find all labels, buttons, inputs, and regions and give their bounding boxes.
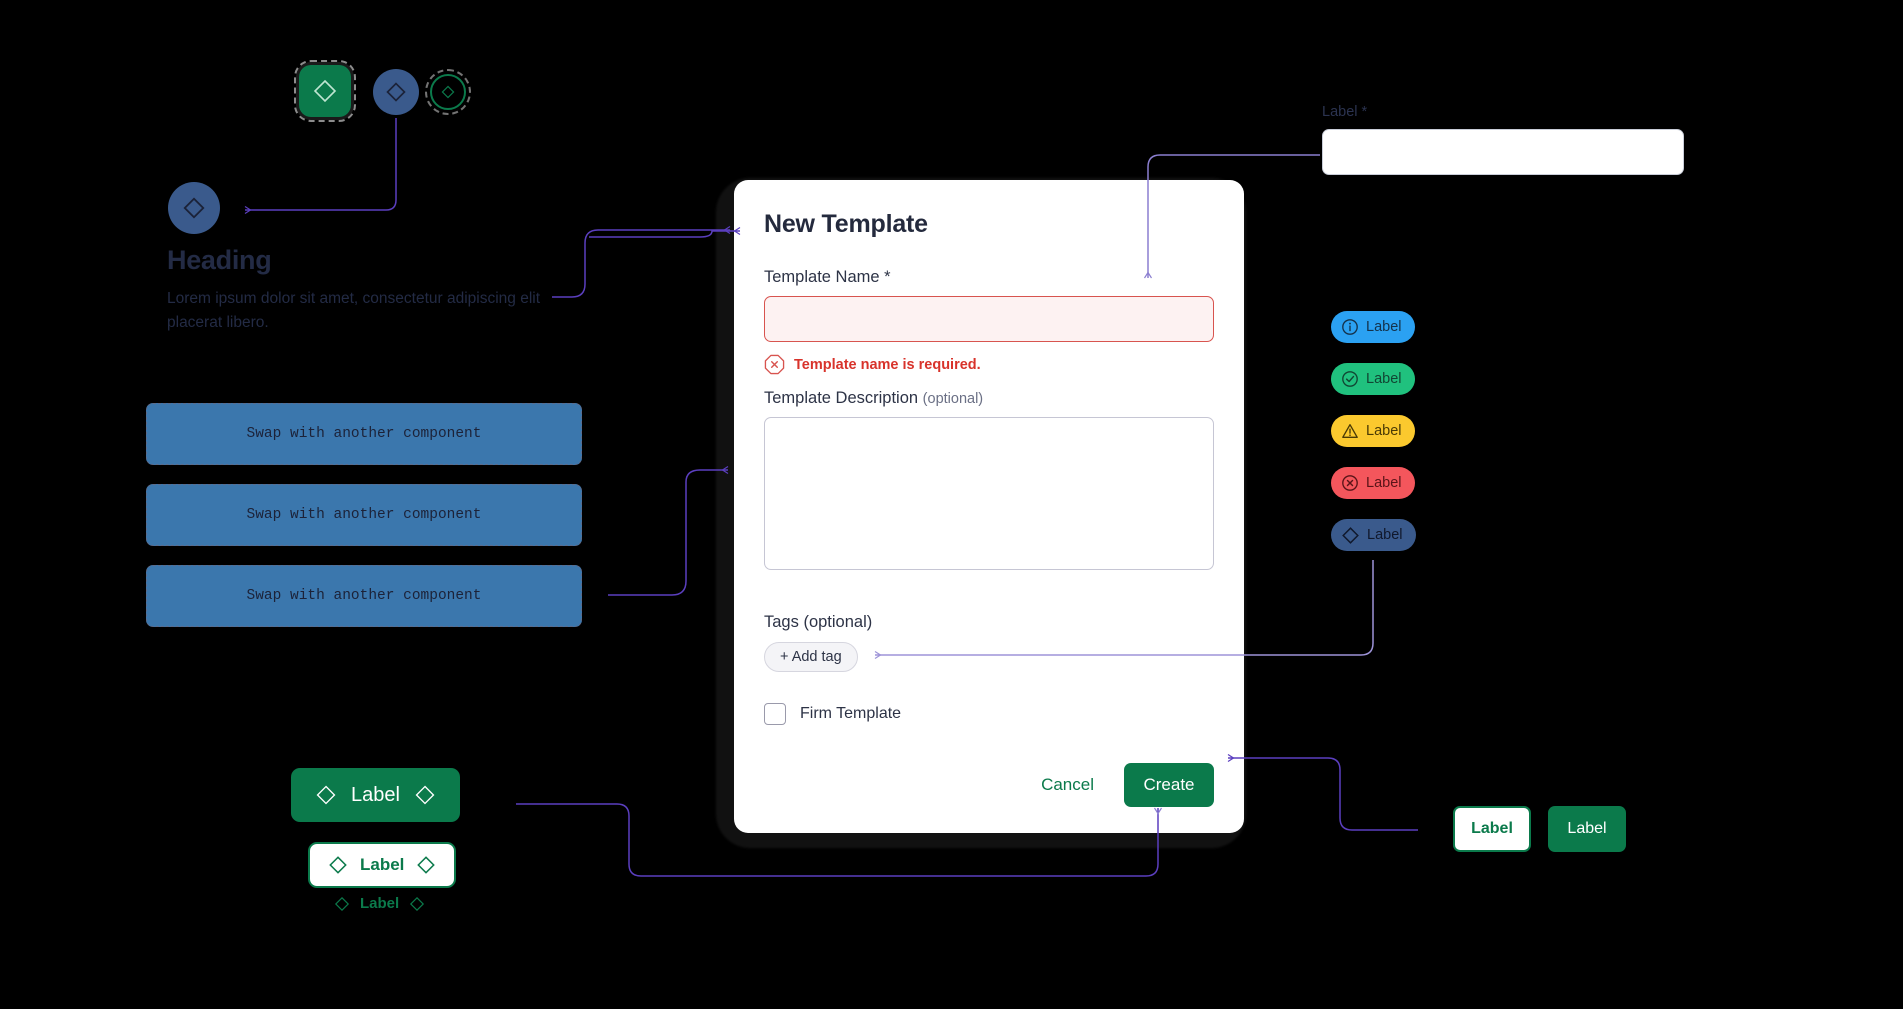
template-name-error: Template name is required. [764,354,1214,375]
badge-label: Label [1366,474,1402,491]
required-marker: * [1361,104,1368,120]
template-description-label: Template Description (optional) [764,389,1214,408]
error-octagon-icon [764,354,785,375]
firm-template-label: Firm Template [800,705,902,722]
template-name-input[interactable] [764,296,1214,342]
swap-block-2[interactable]: Swap with another component [146,484,582,546]
warning-triangle-icon [1342,424,1358,438]
new-template-modal: New Template Template Name * Template na… [734,180,1244,833]
badge-error[interactable]: Label [1331,467,1416,499]
field-label-text: Label [1322,104,1358,120]
button-small-filled[interactable]: Label [1548,806,1626,852]
info-circle-icon [1342,319,1358,335]
button-label: Label [351,783,400,806]
button-small-outline[interactable]: Label [1453,806,1531,852]
modal-title: New Template [764,210,928,238]
create-button[interactable]: Create [1124,763,1214,807]
badge-info[interactable]: Label [1331,311,1416,343]
badge-success[interactable]: Label [1331,363,1416,395]
badge-warning[interactable]: Label [1331,415,1416,447]
check-circle-icon [1342,371,1358,387]
diamond-icon [1342,526,1359,544]
modal-actions: Cancel Create [764,763,1214,807]
required-marker: * [884,268,891,286]
swap-block-label: Swap with another component [246,426,482,442]
field-label: Label * [1322,104,1684,120]
diamond-icon [386,82,406,102]
template-name-label: Template Name * [764,268,1214,287]
badge-label: Label [1366,370,1402,387]
swap-block-3[interactable]: Swap with another component [146,565,582,627]
page-title: Heading [167,245,272,275]
button-text[interactable]: Label [334,895,425,912]
icon-chip-square-green[interactable] [294,60,356,122]
template-description-label-text: Template Description [764,389,919,407]
optional-marker: (optional) [922,391,984,407]
swap-block-1[interactable]: Swap with another component [146,403,582,465]
button-label: Label [360,895,400,912]
icon-chip-circle-outline-green[interactable] [425,69,471,115]
diamond-icon [417,856,436,874]
diamond-icon [415,785,435,805]
diamond-icon [334,896,350,911]
button-label: Label [360,855,405,874]
top-right-field-group: Label * [1322,104,1684,175]
label-input[interactable] [1322,129,1684,175]
diamond-icon [316,785,336,805]
firm-template-checkbox[interactable] [764,703,786,725]
diamond-icon [313,79,337,103]
cancel-button[interactable]: Cancel [1033,769,1102,801]
template-description-textarea[interactable] [764,417,1214,570]
swap-block-label: Swap with another component [246,588,482,604]
tags-label: Tags (optional) [764,613,1214,632]
error-message: Template name is required. [794,356,981,373]
badge-label: Label [1366,422,1402,439]
heading-body-text: Lorem ipsum dolor sit amet, consectetur … [167,290,541,331]
icon-chip-circle-blue[interactable] [373,69,419,115]
optional-marker: (optional) [803,613,873,631]
diamond-icon [410,896,425,911]
swap-block-label: Swap with another component [246,507,482,523]
diamond-icon [183,197,205,219]
avatar[interactable] [168,182,220,234]
diamond-icon [329,856,347,874]
add-tag-button[interactable]: + Add tag [764,642,858,672]
firm-template-row[interactable]: Firm Template [764,703,1214,725]
badge-label: Label [1367,526,1403,543]
template-name-label-text: Template Name [764,268,880,286]
component-map-canvas: Heading Lorem ipsum dolor sit amet, cons… [0,0,1903,1009]
button-outline[interactable]: Label [308,842,457,888]
heading-block: Heading Lorem ipsum dolor sit amet, cons… [167,245,567,334]
button-filled[interactable]: Label [291,768,460,822]
diamond-icon [441,85,455,99]
badge-neutral[interactable]: Label [1331,519,1417,551]
tags-label-text: Tags [764,613,799,631]
error-circle-icon [1342,475,1358,491]
badge-label: Label [1366,318,1402,335]
